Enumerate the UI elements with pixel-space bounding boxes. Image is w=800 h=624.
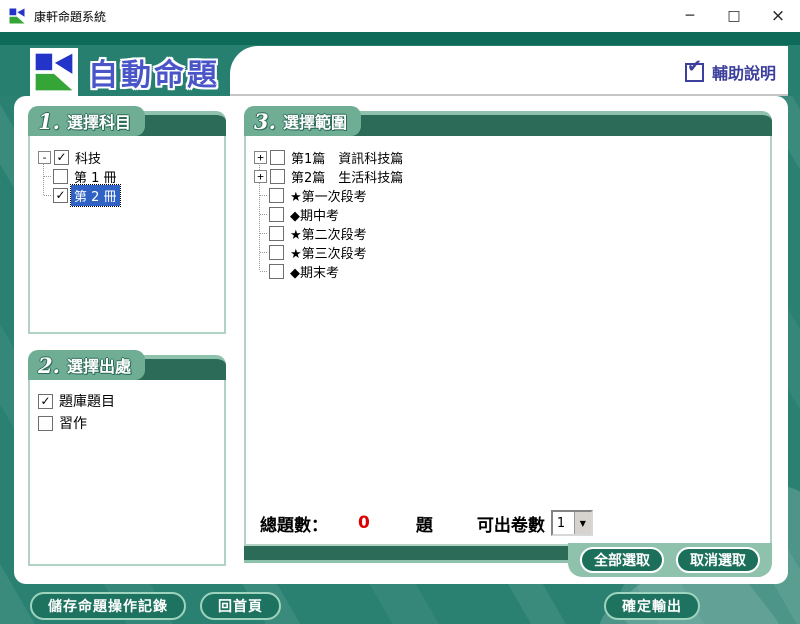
list-item-label[interactable]: 題庫題目: [59, 391, 115, 411]
help-button[interactable]: 輔助說明: [685, 60, 776, 84]
checkbox[interactable]: [38, 394, 53, 409]
tree-label-selected[interactable]: 第 2 冊: [71, 185, 120, 206]
tree-connector: [254, 186, 266, 205]
tree-label[interactable]: ★第一次段考: [287, 185, 370, 206]
tree-row-midterm[interactable]: ◆期中考: [254, 205, 764, 224]
panel-source-body: 題庫題目 習作: [28, 380, 226, 566]
list-item[interactable]: 習作: [38, 412, 218, 434]
tree-label[interactable]: 科技: [72, 147, 104, 168]
list-item[interactable]: 題庫題目: [38, 390, 218, 412]
expand-icon[interactable]: +: [254, 170, 267, 183]
confirm-output-button[interactable]: 確定輸出: [604, 592, 700, 620]
list-item-label[interactable]: 習作: [59, 413, 87, 433]
page-title: 自動命題: [88, 50, 220, 94]
panel-source-header: 2. 選擇出處: [28, 350, 226, 380]
tree-row-part1[interactable]: + 第1篇 資訊科技篇: [254, 148, 764, 167]
tree-label[interactable]: 第1篇 資訊科技篇: [288, 147, 406, 168]
close-icon[interactable]: ×: [756, 0, 800, 32]
tree-row-book1[interactable]: 第 1 冊: [38, 167, 218, 186]
panel-range-title: 選擇範圍: [283, 109, 347, 133]
checkbox[interactable]: [269, 245, 284, 260]
panel-range-tab: 3. 選擇範圍: [244, 106, 361, 136]
checkbox[interactable]: [269, 188, 284, 203]
papers-count-label: 可出卷數: [477, 511, 545, 536]
panel-subject-body: - 科技 第 1 冊 第 2 冊: [28, 136, 226, 334]
range-action-tab: 全部選取 取消選取: [568, 543, 772, 577]
tree-row-exam1[interactable]: ★第一次段考: [254, 186, 764, 205]
title-bar: 康軒命題系統 ─ □ ×: [0, 0, 800, 32]
header-band: 自動命題 輔助說明: [0, 32, 800, 96]
tree-row-book2[interactable]: 第 2 冊: [38, 186, 218, 205]
checkbox[interactable]: [270, 150, 285, 165]
total-questions-label: 總題數：: [260, 511, 328, 536]
total-questions-unit: 題: [416, 511, 433, 536]
tree-row-exam3[interactable]: ★第三次段考: [254, 243, 764, 262]
panel-select-source: 2. 選擇出處 題庫題目 習作: [28, 350, 226, 566]
panel-range-number: 3.: [254, 109, 276, 134]
panel-source-number: 2.: [38, 353, 60, 378]
tree-row-subject[interactable]: - 科技: [38, 148, 218, 167]
window-title: 康軒命題系統: [34, 8, 106, 25]
deselect-all-button[interactable]: 取消選取: [676, 547, 760, 573]
tree-connector: [254, 243, 266, 262]
app-logo-icon: [8, 7, 26, 25]
dropdown-arrow-icon[interactable]: ▼: [574, 512, 591, 534]
tree-row-exam2[interactable]: ★第二次段考: [254, 224, 764, 243]
app-window: 康軒命題系統 ─ □ × 自動命題 輔助說明: [0, 0, 800, 624]
main-content: 1. 選擇科目 - 科技 第 1 冊: [14, 96, 788, 584]
minimize-icon[interactable]: ─: [668, 0, 712, 32]
brand: 自動命題: [30, 48, 220, 96]
collapse-icon[interactable]: -: [38, 151, 51, 164]
panel-source-title: 選擇出處: [67, 353, 131, 377]
panel-subject-tab: 1. 選擇科目: [28, 106, 145, 136]
checkbox[interactable]: [53, 188, 68, 203]
tree-connector: [38, 186, 50, 205]
papers-count-select[interactable]: 1 ▼: [551, 510, 593, 536]
totals-row: 總題數： 0 題 可出卷數 1 ▼: [260, 510, 593, 536]
panel-source-tab: 2. 選擇出處: [28, 350, 145, 380]
home-button[interactable]: 回首頁: [200, 592, 281, 620]
tree-label[interactable]: 第 1 冊: [71, 166, 120, 187]
maximize-icon[interactable]: □: [712, 0, 756, 32]
checkbox[interactable]: [269, 264, 284, 279]
tree-row-part2[interactable]: + 第2篇 生活科技篇: [254, 167, 764, 186]
source-list: 題庫題目 習作: [30, 380, 224, 434]
checkbox[interactable]: [270, 169, 285, 184]
panel-subject-header: 1. 選擇科目: [28, 106, 226, 136]
tree-connector: [254, 224, 266, 243]
brand-logo-icon: [30, 48, 78, 96]
range-tree: + 第1篇 資訊科技篇 + 第2篇 生活科技篇 ★第一次段考: [246, 136, 770, 281]
expand-icon[interactable]: +: [254, 151, 267, 164]
papers-count-value: 1: [553, 512, 574, 534]
save-record-button[interactable]: 儲存命題操作記錄: [30, 592, 186, 620]
tree-row-final[interactable]: ◆期末考: [254, 262, 764, 281]
tree-connector: [254, 205, 266, 224]
help-check-icon: [685, 63, 704, 82]
checkbox[interactable]: [54, 150, 69, 165]
tree-connector: [254, 262, 266, 281]
checkbox[interactable]: [269, 207, 284, 222]
panel-subject-number: 1.: [38, 109, 60, 134]
tree-label[interactable]: ◆期中考: [287, 204, 342, 225]
header-dark-strip: [0, 32, 800, 45]
tree-connector: [38, 167, 50, 186]
checkbox[interactable]: [53, 169, 68, 184]
window-controls: ─ □ ×: [668, 0, 800, 32]
subject-tree: - 科技 第 1 冊 第 2 冊: [30, 136, 224, 205]
tree-label[interactable]: ◆期末考: [287, 261, 342, 282]
tree-label[interactable]: ★第三次段考: [287, 242, 370, 263]
panel-select-subject: 1. 選擇科目 - 科技 第 1 冊: [28, 106, 226, 334]
panel-subject-title: 選擇科目: [67, 109, 131, 133]
panel-range-body: + 第1篇 資訊科技篇 + 第2篇 生活科技篇 ★第一次段考: [244, 136, 772, 546]
select-all-button[interactable]: 全部選取: [580, 547, 664, 573]
help-label: 輔助說明: [712, 60, 776, 84]
checkbox[interactable]: [38, 416, 53, 431]
panel-range-header: 3. 選擇範圍: [244, 106, 772, 136]
checkbox[interactable]: [269, 226, 284, 241]
total-questions-count: 0: [358, 513, 370, 533]
panel-select-range: 3. 選擇範圍 + 第1篇 資訊科技篇 + 第2篇 生活科技篇: [244, 106, 772, 563]
tree-label[interactable]: ★第二次段考: [287, 223, 370, 244]
tree-label[interactable]: 第2篇 生活科技篇: [288, 166, 406, 187]
